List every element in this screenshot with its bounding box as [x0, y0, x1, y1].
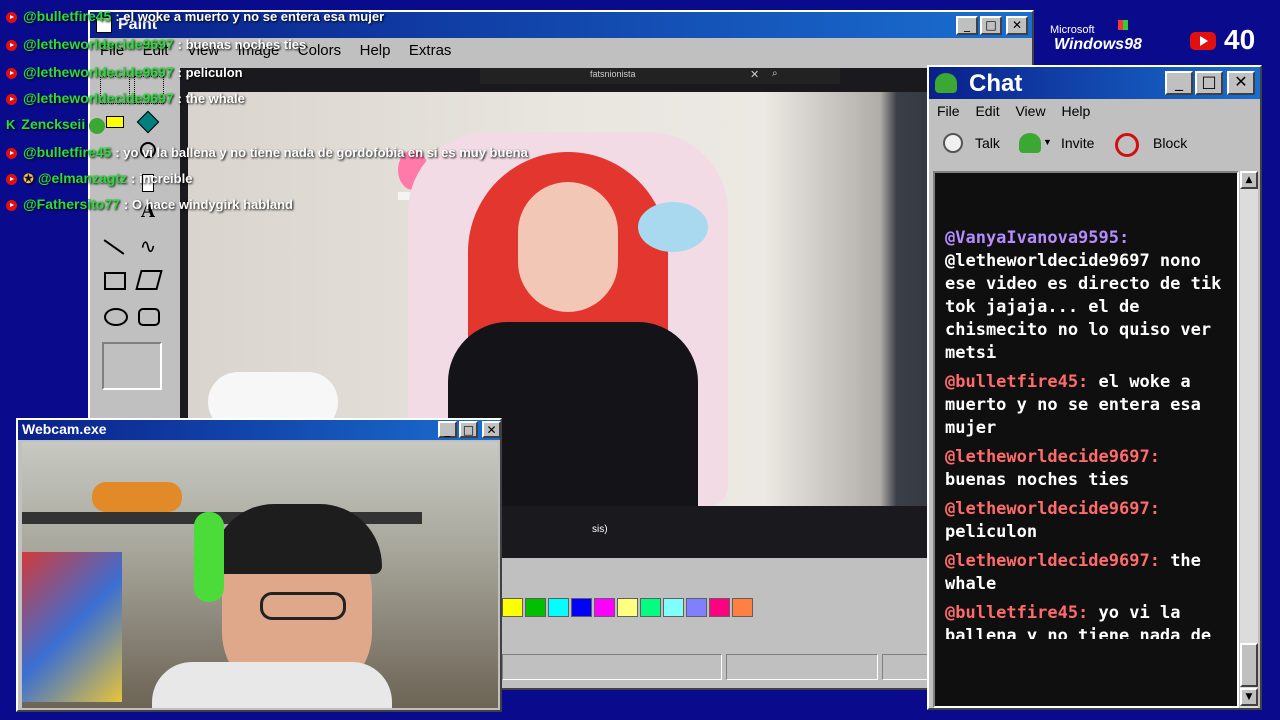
chat-toolbar: Talk ▼ Invite Block	[937, 129, 1257, 161]
minimize-button[interactable]: _	[1165, 71, 1193, 95]
chat-title-bar[interactable]: Chat _ □ ✕	[929, 67, 1260, 99]
kick-icon: K	[6, 117, 16, 132]
chat-window: Chat _ □ ✕ File Edit View Help Talk ▼ In…	[927, 65, 1262, 710]
close-button[interactable]: ✕	[1227, 71, 1255, 95]
overlay-chat-line: ✪ @elmanzagtz: increible	[6, 170, 192, 194]
color-swatch[interactable]	[640, 598, 661, 617]
caption-fragment: sis)	[592, 524, 608, 535]
chevron-down-icon: ▼	[1043, 137, 1052, 147]
chat-title: Chat	[969, 70, 1023, 97]
color-swatch[interactable]	[732, 598, 753, 617]
color-swatch[interactable]	[548, 598, 569, 617]
green-headphones	[194, 512, 224, 602]
talk-button[interactable]: Talk	[941, 131, 1011, 157]
scroll-down-button[interactable]: ▼	[1240, 688, 1258, 706]
tool-polygon[interactable]	[135, 270, 163, 290]
maximize-button[interactable]: □	[1195, 71, 1223, 95]
users-icon	[935, 73, 957, 93]
play-icon	[1200, 36, 1208, 46]
scroll-up-button[interactable]: ▲	[1240, 171, 1258, 189]
chat-message: @bulletfire45: el woke a muerto y no se …	[945, 372, 1201, 438]
viewer-count: 40	[1224, 24, 1256, 55]
webcam-title: Webcam.exe	[22, 421, 107, 437]
youtube-icon	[6, 200, 17, 212]
chat-message: @bulletfire45: yo vi la ballena y no tie…	[945, 603, 1212, 639]
color-swatch[interactable]	[709, 598, 730, 617]
overlay-chat: @bulletfire45: el woke a muerto y no se …	[0, 8, 600, 218]
tool-ellipse[interactable]	[104, 308, 128, 326]
webcam-title-bar[interactable]: Webcam.exe _ □ ✕	[18, 420, 501, 440]
youtube-icon	[6, 68, 17, 80]
paint-status-bar	[502, 654, 930, 680]
color-swatch[interactable]	[686, 598, 707, 617]
overlay-chat-line: @bulletfire45: yo vi la ballena y no tie…	[6, 144, 528, 168]
wall-sign	[638, 202, 708, 252]
viewer-counter: 40	[1188, 24, 1278, 58]
chat-menu-bar: File Edit View Help	[937, 103, 1237, 123]
menu-edit[interactable]: Edit	[975, 103, 999, 119]
poster	[22, 552, 122, 702]
scroll-thumb[interactable]	[1240, 643, 1258, 687]
tool-line[interactable]	[100, 234, 128, 260]
status-panel	[726, 654, 878, 680]
youtube-icon	[6, 148, 17, 160]
chat-messages: @VanyaIvanova9595: @letheworldecide9697 …	[945, 227, 1227, 639]
chat-scrollbar[interactable]: ▲ ▼	[1240, 171, 1258, 708]
chat-message: @letheworldecide9697: the whale	[945, 551, 1201, 594]
chat-message: @letheworldecide9697: buenas noches ties	[945, 447, 1160, 490]
maximize-button[interactable]: □	[980, 16, 1002, 35]
webcam-feed	[22, 442, 498, 708]
hoodie	[152, 662, 392, 708]
windows98-logo: Microsoft Windows98	[1046, 20, 1170, 56]
chat-message: @VanyaIvanova9595: @letheworldecide9697 …	[945, 228, 1222, 363]
block-button[interactable]: Block	[1113, 131, 1193, 157]
overlay-chat-line: K Zenckseii	[6, 116, 106, 140]
tool-rounded-rect[interactable]	[138, 308, 160, 326]
overlay-chat-line: @letheworldecide9697: peliculon	[6, 64, 243, 88]
youtube-icon	[6, 12, 17, 24]
close-icon[interactable]: ✕	[750, 68, 759, 81]
invite-icon	[1019, 133, 1041, 153]
glasses	[260, 592, 346, 620]
youtube-icon	[6, 94, 17, 106]
status-panel	[502, 654, 722, 680]
menu-file[interactable]: File	[937, 103, 960, 119]
minimize-button[interactable]: _	[956, 16, 978, 35]
chat-message-area[interactable]: @VanyaIvanova9595: @letheworldecide9697 …	[933, 171, 1239, 708]
search-icon[interactable]: ⌕	[772, 68, 778, 79]
close-button[interactable]: ✕	[1006, 16, 1028, 35]
overlay-chat-line: @letheworldecide9697: buenas noches ties	[6, 36, 306, 60]
block-icon	[1115, 133, 1139, 157]
menu-view[interactable]: View	[1015, 103, 1045, 119]
invite-button[interactable]: ▼ Invite	[1017, 131, 1107, 157]
color-swatch[interactable]	[502, 598, 523, 617]
minimize-button[interactable]: _	[438, 421, 457, 438]
close-button[interactable]: ✕	[482, 421, 501, 438]
windows-flag-icon	[1118, 20, 1128, 30]
color-swatch[interactable]	[663, 598, 684, 617]
color-palette	[502, 598, 802, 618]
tool-rectangle[interactable]	[104, 272, 126, 290]
webcam-window: Webcam.exe _ □ ✕	[16, 418, 502, 712]
maximize-button[interactable]: □	[459, 421, 478, 438]
color-swatch[interactable]	[525, 598, 546, 617]
color-swatch[interactable]	[617, 598, 638, 617]
color-swatch[interactable]	[571, 598, 592, 617]
youtube-icon	[6, 174, 17, 186]
menu-help[interactable]: Help	[1061, 103, 1090, 119]
tool-options-box	[102, 342, 162, 390]
emote-icon	[89, 117, 106, 134]
status-panel	[882, 654, 930, 680]
tool-curve[interactable]: ∿	[134, 234, 162, 260]
fruit-decor	[92, 482, 182, 512]
talk-icon	[943, 133, 963, 153]
member-star-icon: ✪	[23, 171, 34, 186]
overlay-chat-line: @bulletfire45: el woke a muerto y no se …	[6, 8, 384, 32]
overlay-chat-line: @letheworldecide9697: the whale	[6, 90, 245, 114]
overlay-chat-line: @Fathersito77: O hace windygirk habland	[6, 196, 293, 220]
color-swatch[interactable]	[594, 598, 615, 617]
chat-message: @letheworldecide9697: peliculon	[945, 499, 1160, 542]
youtube-icon	[6, 40, 17, 52]
